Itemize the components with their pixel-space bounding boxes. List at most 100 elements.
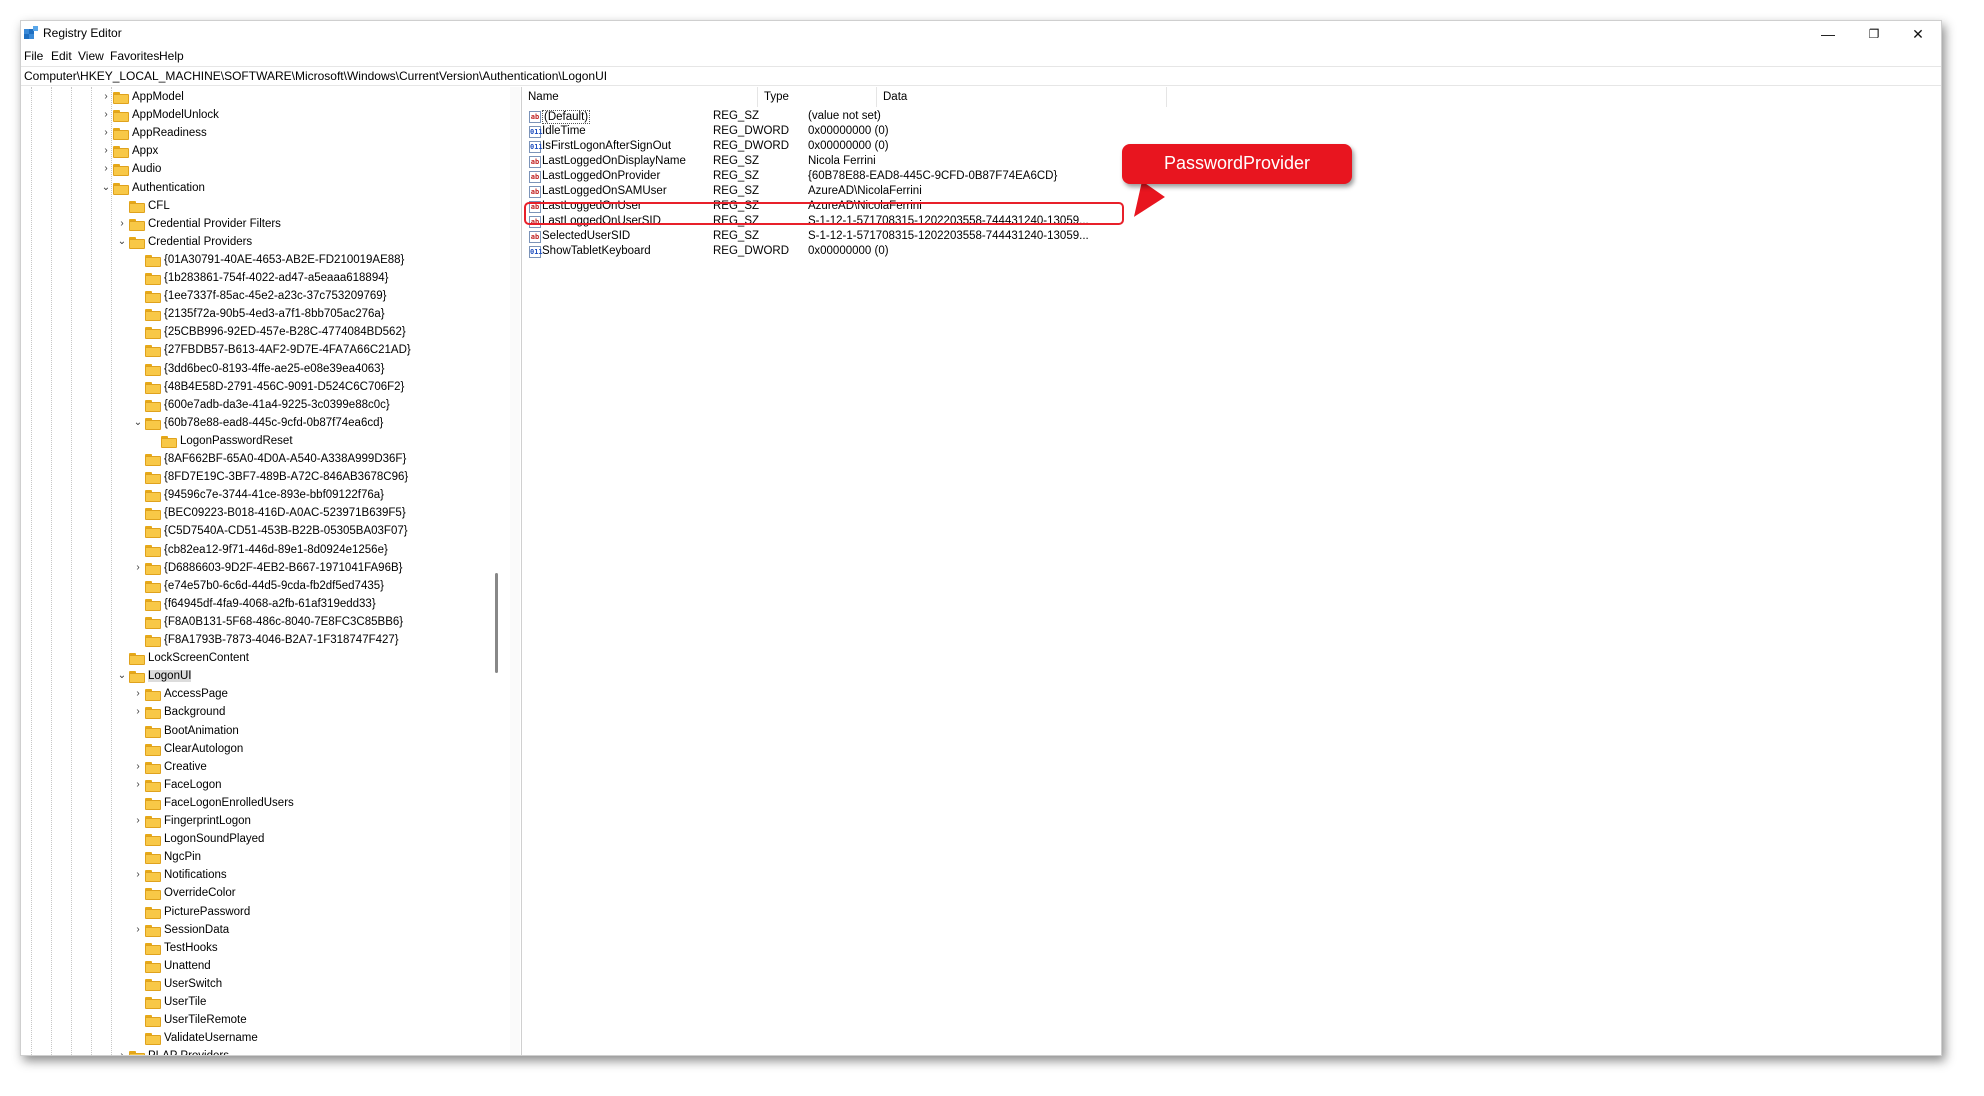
minimize-button[interactable]: — [1805, 21, 1851, 47]
tree-scrollbar-thumb[interactable] [495, 573, 498, 673]
value-row[interactable]: ab LastLoggedOnSAMUser REG_SZ AzureAD\Nicol… [522, 185, 1222, 200]
folder-icon [145, 273, 161, 285]
tree-item-label: ValidateUsername [164, 1032, 258, 1045]
value-row[interactable]: 011 ShowTabletKeyboard REG_DWORD 0x00000000… [522, 245, 1222, 260]
tree-item-label: Background [164, 706, 226, 719]
column-header-type[interactable]: Type [758, 87, 877, 107]
binary-value-icon: 011 [529, 126, 543, 138]
column-header-name[interactable]: Name [522, 87, 758, 107]
value-row[interactable]: ab LastLoggedOnDisplayName REG_SZ Nicola Fe… [522, 155, 1222, 170]
chevron-down-icon[interactable]: ⌄ [133, 417, 143, 428]
address-bar[interactable]: Computer\HKEY_LOCAL_MACHINE\SOFTWARE\Mic… [21, 66, 1941, 86]
chevron-right-icon[interactable]: › [101, 127, 111, 138]
value-name: LastLoggedOnProvider [542, 170, 661, 182]
restore-button[interactable]: ❐ [1851, 21, 1897, 47]
folder-icon [145, 960, 161, 973]
value-row[interactable]: ab (Default) REG_SZ (value not set) [522, 110, 1222, 125]
chevron-right-icon[interactable]: › [133, 815, 143, 826]
tree-item-label: {48B4E58D-2791-456C-9091-D524C6C706F2} [164, 380, 405, 393]
value-data: 0x00000000 (0) [808, 140, 889, 152]
folder-icon [129, 671, 145, 684]
tree-guide [31, 87, 32, 1055]
tree-item-label: Unattend [164, 959, 211, 972]
binary-value-icon: 011 [529, 141, 543, 153]
tree-guide [51, 87, 52, 1055]
folder-icon [145, 797, 161, 810]
string-value-icon: ab [529, 231, 541, 243]
chevron-right-icon[interactable]: › [101, 109, 111, 120]
value-data: Nicola Ferrini [808, 155, 876, 167]
value-row[interactable]: ab LastLoggedOnProvider REG_SZ {60B78E88-EA… [522, 170, 1222, 185]
value-type: REG_SZ [713, 155, 760, 167]
value-type: REG_SZ [713, 185, 760, 197]
chevron-right-icon[interactable]: › [133, 761, 143, 772]
value-data: S-1-12-1-571708315-1202203558-744431240-… [808, 230, 1089, 242]
title-bar[interactable]: Registry Editor — ❐ ✕ [21, 21, 1941, 47]
chevron-right-icon[interactable]: › [133, 779, 143, 790]
folder-icon [145, 852, 161, 865]
folder-icon [145, 888, 161, 901]
value-data: AzureAD\NicolaFerrini [808, 185, 922, 197]
binary-value-icon: 011 [529, 246, 543, 258]
value-row[interactable]: 011 IdleTime REG_DWORD 0x00000000 (0) [522, 125, 1222, 140]
value-type: REG_DWORD [713, 140, 790, 152]
chevron-right-icon[interactable]: › [133, 562, 143, 573]
highlight-box [524, 202, 1124, 225]
chevron-right-icon[interactable]: › [133, 706, 143, 717]
pane-splitter[interactable] [510, 87, 520, 1055]
chevron-right-icon[interactable]: › [101, 145, 111, 156]
value-row[interactable]: ab SelectedUserSID REG_SZ S-1-12-1-57170831… [522, 230, 1222, 245]
tree-guide [111, 87, 112, 1055]
chevron-down-icon[interactable]: ⌄ [101, 182, 111, 193]
tree-item-label: Audio [132, 163, 162, 176]
chevron-right-icon[interactable]: › [133, 869, 143, 880]
chevron-right-icon[interactable]: › [133, 688, 143, 699]
tree-item-label: AccessPage [164, 688, 228, 701]
string-value-icon: ab [529, 111, 541, 123]
value-name: SelectedUserSID [542, 230, 631, 242]
menu-help[interactable]: Help [159, 49, 184, 63]
menu-favorites[interactable]: Favorites [110, 49, 159, 63]
values-pane[interactable]: Name Type Data ab (Default) REG_SZ (value n… [521, 87, 1941, 1055]
tree-item-label: {e74e57b0-6c6d-44d5-9cda-fb2df5ed7435} [164, 579, 384, 592]
value-name: LastLoggedOnDisplayName [542, 155, 686, 167]
folder-icon [145, 725, 161, 738]
value-row[interactable]: 011 IsFirstLogonAfterSignOut REG_DWORD 0x00… [522, 140, 1222, 155]
folder-icon [145, 598, 161, 611]
folder-icon [145, 924, 161, 937]
folder-icon [145, 309, 161, 322]
tree-item-label: FaceLogonEnrolledUsers [164, 796, 294, 809]
address-path[interactable]: Computer\HKEY_LOCAL_MACHINE\SOFTWARE\Mic… [24, 69, 607, 83]
tree-item-label: {f64945df-4fa9-4068-a2fb-61af319edd33} [164, 597, 376, 610]
folder-icon [113, 128, 129, 141]
tree-item-label: Notifications [164, 869, 227, 882]
folder-icon [145, 906, 161, 919]
folder-icon [145, 417, 161, 430]
chevron-right-icon[interactable]: › [101, 91, 111, 102]
chevron-right-icon[interactable]: › [117, 218, 127, 229]
value-type: REG_SZ [713, 110, 760, 122]
tree-item-label: {01A30791-40AE-4653-AB2E-FD210019AE88} [164, 253, 405, 266]
close-button[interactable]: ✕ [1895, 21, 1941, 47]
chevron-down-icon[interactable]: ⌄ [117, 670, 127, 681]
menu-view[interactable]: View [78, 49, 104, 63]
menu-bar: File Edit View Favorites Help [21, 47, 1941, 66]
column-header-data[interactable]: Data [877, 87, 1167, 107]
tree-item-label: CFL [148, 199, 170, 212]
tree-item-label: SessionData [164, 923, 230, 936]
tree-item-label: {F8A0B131-5F68-486c-8040-7E8FC3C85BB6} [164, 615, 404, 628]
tree-item-label: AppReadiness [132, 127, 207, 140]
menu-edit[interactable]: Edit [51, 49, 72, 63]
tree-item-label: {D6886603-9D2F-4EB2-B667-1971041FA96B} [164, 561, 403, 574]
value-data: 0x00000000 (0) [808, 125, 889, 137]
chevron-right-icon[interactable]: › [117, 1050, 127, 1055]
chevron-down-icon[interactable]: ⌄ [117, 236, 127, 247]
chevron-right-icon[interactable]: › [101, 163, 111, 174]
folder-icon [145, 870, 161, 883]
tree-item-label: {cb82ea12-9f71-446d-89e1-8d0924e1256e} [164, 543, 388, 556]
menu-file[interactable]: File [24, 49, 43, 63]
chevron-right-icon[interactable]: › [133, 924, 143, 935]
tree-item-label: TestHooks [164, 941, 218, 954]
registry-tree[interactable]: › AppModel › AppModelUnlock › AppReadiness › Ap… [21, 87, 511, 1055]
folder-icon [145, 544, 161, 557]
